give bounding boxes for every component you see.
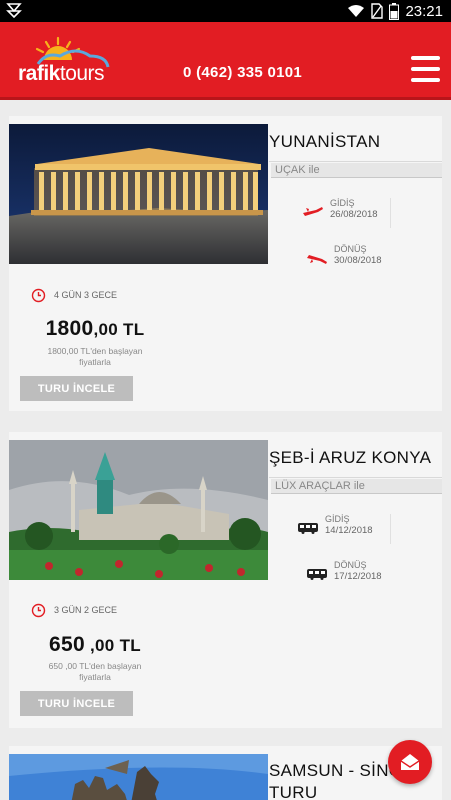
return-date: 17/12/2018 [334, 571, 382, 582]
battery-icon [389, 2, 400, 20]
app-header: rafiktours 0 (462) 335 0101 [0, 22, 451, 100]
transport-type: LÜX ARAÇLAR ile [271, 479, 442, 494]
departure-date: 26/08/2018 [330, 209, 378, 220]
mail-icon [400, 754, 420, 770]
departure-date: 14/12/2018 [325, 525, 373, 536]
bus-icon [298, 523, 318, 534]
clock-icon [31, 603, 46, 617]
hamburger-menu-icon[interactable] [411, 56, 440, 82]
mail-fab-button[interactable] [388, 740, 432, 784]
transport-type: UÇAK ile [271, 163, 442, 178]
tour-card: SAMSUN - SİNO TURU [9, 746, 442, 800]
review-tour-button[interactable]: TURU İNCELE [20, 691, 133, 716]
wifi-icon [348, 5, 365, 17]
return-info: DÖNÜŞ 30/08/2018 [306, 244, 406, 278]
price-note: 650 ,00 TL'den başlayan fiyatlarla [48, 661, 142, 682]
tour-list[interactable]: YUNANİSTAN UÇAK ile GİDİŞ 26/08/2018 DÖN… [0, 100, 451, 800]
clock-icon [31, 288, 46, 302]
departure-info: GİDİŞ 26/08/2018 [302, 198, 402, 232]
bus-icon [307, 569, 327, 580]
tour-photo-samsun[interactable] [9, 754, 268, 800]
return-label: DÖNÜŞ [334, 244, 367, 254]
tour-duration: 3 GÜN 2 GECE [31, 602, 117, 618]
clock: 23:21 [405, 2, 443, 20]
tour-card: YUNANİSTAN UÇAK ile GİDİŞ 26/08/2018 DÖN… [9, 116, 442, 411]
notification-icon [6, 2, 24, 20]
return-info: DÖNÜŞ 17/12/2018 [306, 560, 406, 594]
tour-duration: 4 GÜN 3 GECE [31, 287, 117, 303]
tour-title[interactable]: ŞEB-İ ARUZ KONYA [269, 440, 442, 478]
review-tour-button[interactable]: TURU İNCELE [20, 376, 133, 401]
tour-title[interactable]: YUNANİSTAN [269, 124, 442, 162]
plane-icon [307, 255, 327, 264]
tour-photo-acropolis[interactable] [9, 124, 268, 264]
divider [390, 514, 391, 544]
logo-text: rafiktours [18, 62, 105, 85]
tour-photo-mevlana[interactable] [9, 440, 268, 580]
tour-card: ŞEB-İ ARUZ KONYA LÜX ARAÇLAR ile GİDİŞ 1… [9, 432, 442, 728]
no-sim-icon [371, 3, 384, 19]
status-icons: 23:21 [347, 2, 443, 20]
price-note: 1800,00 TL'den başlayan fiyatlarla [47, 346, 143, 367]
return-date: 30/08/2018 [334, 255, 382, 266]
rafiktours-logo[interactable]: rafiktours [16, 34, 116, 90]
divider [390, 198, 391, 228]
departure-label: GİDİŞ [325, 514, 350, 524]
plane-icon [303, 207, 323, 216]
phone-number[interactable]: 0 (462) 335 0101 [183, 64, 302, 81]
status-bar: 23:21 [0, 0, 451, 22]
tour-price: 1800,00 TL [45, 317, 145, 340]
departure-label: GİDİŞ [330, 198, 355, 208]
tour-price: 650 ,00 TL [49, 633, 141, 656]
departure-info: GİDİŞ 14/12/2018 [297, 514, 397, 548]
return-label: DÖNÜŞ [334, 560, 367, 570]
